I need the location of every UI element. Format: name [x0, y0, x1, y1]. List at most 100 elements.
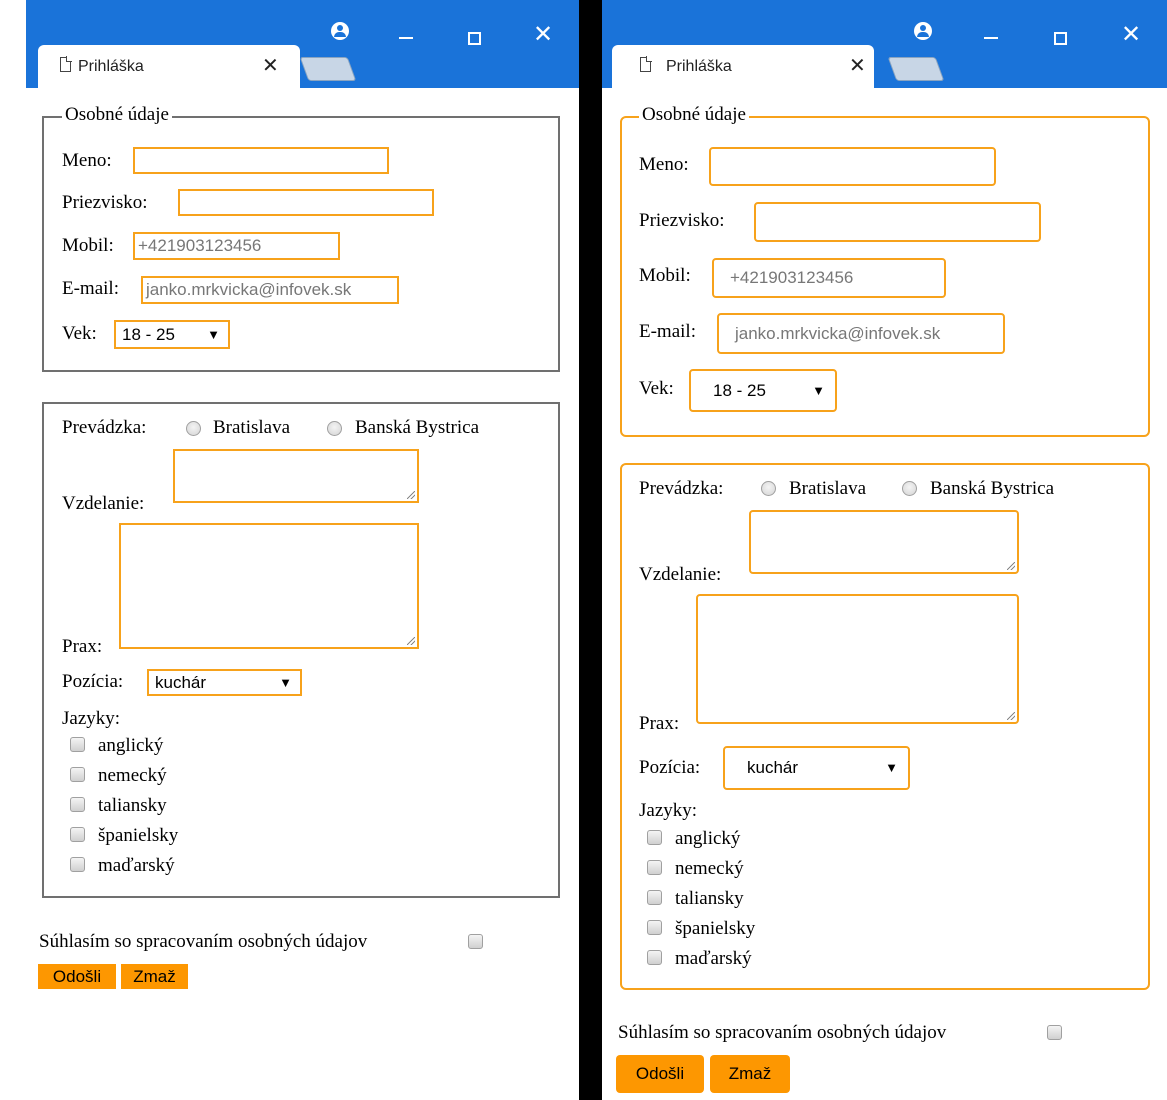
age-select[interactable]: 18 - 25 ▼	[689, 369, 837, 412]
checkbox-taliansky[interactable]	[647, 890, 662, 905]
surname-input[interactable]	[178, 189, 434, 216]
profile-icon[interactable]	[914, 22, 932, 40]
browser-window-styled: Prihláška ✕ ✕ Osobné údaje Meno: Priezvi…	[602, 0, 1167, 1100]
dropdown-arrow-icon: ▼	[885, 760, 898, 775]
mobile-input[interactable]: +421903123456	[133, 232, 340, 260]
practice-textarea[interactable]	[119, 523, 419, 649]
radio-banska-bystrica-label: Banská Bystrica	[930, 478, 1055, 499]
email-input[interactable]: janko.mrkvicka@infovek.sk	[141, 276, 399, 304]
position-select[interactable]: kuchár ▼	[723, 746, 910, 790]
personal-legend: Osobné údaje	[639, 104, 749, 126]
dropdown-arrow-icon: ▼	[279, 675, 292, 690]
consent-checkbox[interactable]	[1047, 1025, 1062, 1040]
titlebar: Prihláška ✕ ✕	[26, 0, 579, 88]
radio-banska-bystrica[interactable]	[327, 421, 342, 436]
new-tab-button[interactable]	[887, 57, 945, 81]
age-selected-value: 18 - 25	[122, 325, 175, 344]
languages-label: Jazyky:	[639, 800, 698, 821]
language-label: taliansky	[675, 888, 744, 909]
surname-input[interactable]	[754, 202, 1041, 242]
education-textarea[interactable]	[173, 449, 419, 503]
personal-legend: Osobné údaje	[62, 104, 172, 126]
maximize-icon[interactable]	[1054, 32, 1067, 45]
email-label: E-mail:	[62, 278, 119, 299]
position-select[interactable]: kuchár ▼	[147, 669, 302, 696]
language-label: španielsky	[675, 918, 756, 939]
dropdown-arrow-icon: ▼	[207, 327, 220, 342]
position-label: Pozícia:	[639, 757, 701, 778]
consent-label: Súhlasím so spracovaním osobných údajov	[618, 1022, 947, 1043]
page-content: Osobné údaje Meno: Priezvisko: Mobil: +4…	[602, 88, 1167, 1100]
checkbox-nemecky[interactable]	[70, 767, 85, 782]
checkbox-anglicky[interactable]	[70, 737, 85, 752]
submit-button[interactable]: Odošli	[616, 1055, 704, 1093]
age-select[interactable]: 18 - 25 ▼	[114, 320, 230, 349]
education-textarea[interactable]	[749, 510, 1019, 574]
close-window-icon[interactable]: ✕	[533, 22, 553, 46]
tab-prihlaska[interactable]	[612, 45, 874, 88]
tab-title: Prihláška	[666, 58, 732, 75]
radio-banska-bystrica-label: Banská Bystrica	[355, 417, 480, 438]
radio-banska-bystrica[interactable]	[902, 481, 917, 496]
mobile-input[interactable]: +421903123456	[712, 258, 946, 298]
branch-label: Prevádzka:	[639, 478, 724, 499]
profile-icon[interactable]	[331, 22, 349, 40]
name-input[interactable]	[133, 147, 389, 174]
reset-button[interactable]: Zmaž	[710, 1055, 790, 1093]
dropdown-arrow-icon: ▼	[812, 383, 825, 398]
checkbox-spanielsky[interactable]	[647, 920, 662, 935]
consent-label: Súhlasím so spracovaním osobných údajov	[39, 931, 368, 952]
titlebar: Prihláška ✕ ✕	[602, 0, 1167, 88]
practice-label: Prax:	[62, 636, 103, 657]
tab-close-icon[interactable]: ✕	[849, 55, 866, 75]
age-label: Vek:	[639, 378, 674, 399]
radio-bratislava[interactable]	[761, 481, 776, 496]
close-window-icon[interactable]: ✕	[1121, 22, 1141, 46]
background-strip	[0, 0, 27, 1100]
checkbox-taliansky[interactable]	[70, 797, 85, 812]
tab-title: Prihláška	[78, 58, 144, 75]
maximize-icon[interactable]	[468, 32, 481, 45]
consent-checkbox[interactable]	[468, 934, 483, 949]
surname-label: Priezvisko:	[62, 192, 148, 213]
position-selected-value: kuchár	[155, 673, 207, 692]
branch-label: Prevádzka:	[62, 417, 147, 438]
checkbox-spanielsky[interactable]	[70, 827, 85, 842]
browser-window-default-style: Prihláška ✕ ✕ Osobné údaje Meno: Priezvi…	[26, 0, 579, 1100]
minimize-icon[interactable]	[399, 37, 413, 39]
languages-label: Jazyky:	[62, 708, 121, 729]
practice-textarea[interactable]	[696, 594, 1019, 724]
checkbox-madarsky[interactable]	[647, 950, 662, 965]
education-label: Vzdelanie:	[639, 564, 722, 585]
mobile-label: Mobil:	[62, 235, 114, 256]
email-input[interactable]: janko.mrkvicka@infovek.sk	[717, 313, 1005, 354]
language-label: anglický	[675, 828, 741, 849]
position-selected-value: kuchár	[747, 758, 799, 777]
language-label: nemecký	[675, 858, 744, 879]
language-label: taliansky	[98, 795, 167, 816]
checkbox-anglicky[interactable]	[647, 830, 662, 845]
reset-button[interactable]: Zmaž	[121, 964, 188, 989]
tab-close-icon[interactable]: ✕	[262, 55, 279, 75]
minimize-icon[interactable]	[984, 37, 998, 39]
radio-bratislava[interactable]	[186, 421, 201, 436]
age-selected-value: 18 - 25	[713, 381, 766, 400]
submit-button[interactable]: Odošli	[38, 964, 116, 989]
checkbox-madarsky[interactable]	[70, 857, 85, 872]
language-label: anglický	[98, 735, 164, 756]
radio-bratislava-label: Bratislava	[213, 417, 291, 438]
language-label: maďarský	[675, 948, 752, 969]
education-label: Vzdelanie:	[62, 493, 145, 514]
name-label: Meno:	[62, 150, 112, 171]
page-icon	[640, 56, 652, 72]
position-label: Pozícia:	[62, 671, 124, 692]
email-label: E-mail:	[639, 321, 696, 342]
language-label: nemecký	[98, 765, 167, 786]
language-label: španielsky	[98, 825, 179, 846]
age-label: Vek:	[62, 323, 97, 344]
radio-bratislava-label: Bratislava	[789, 478, 867, 499]
name-input[interactable]	[709, 147, 996, 186]
new-tab-button[interactable]	[299, 57, 357, 81]
mobile-label: Mobil:	[639, 265, 691, 286]
checkbox-nemecky[interactable]	[647, 860, 662, 875]
